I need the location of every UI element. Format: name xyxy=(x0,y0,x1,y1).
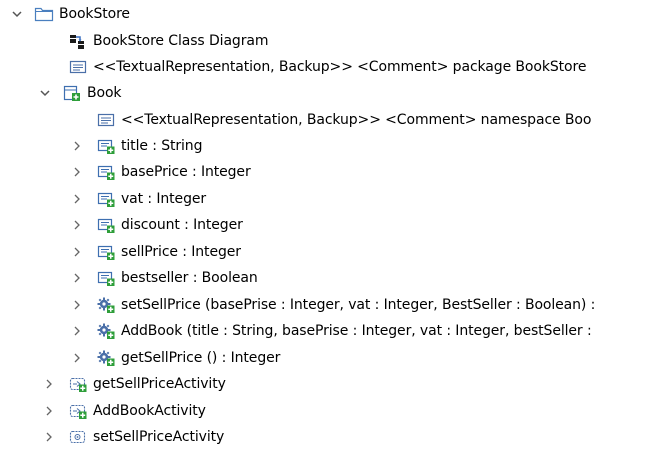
tree-item-label: <<TextualRepresentation, Backup>> <Comme… xyxy=(121,112,592,128)
tree-item-label: getSellPriceActivity xyxy=(93,376,226,392)
activity-icon xyxy=(68,427,88,447)
tree-item-comment-package[interactable]: <<TextualRepresentation, Backup>> <Comme… xyxy=(0,54,662,80)
tree-item-book[interactable]: Book xyxy=(0,80,662,106)
tree-item-operation-addbook[interactable]: AddBook (title : String, basePrise : Int… xyxy=(0,318,662,344)
property-icon xyxy=(96,189,116,209)
operation-icon xyxy=(96,321,116,341)
tree-item-property-vat[interactable]: vat : Integer xyxy=(0,186,662,212)
tree-item-label: bestseller : Boolean xyxy=(121,270,258,286)
tree-item-property-title[interactable]: title : String xyxy=(0,133,662,159)
tree-item-activity-getsellprice[interactable]: getSellPriceActivity xyxy=(0,371,662,397)
model-explorer-tree: BookStore BookStore Class Diagram <<Text… xyxy=(0,0,662,454)
activity-icon xyxy=(68,374,88,394)
chevron-right-icon[interactable] xyxy=(70,212,84,238)
tree-item-property-baseprice[interactable]: basePrice : Integer xyxy=(0,159,662,185)
tree-item-class-diagram[interactable]: BookStore Class Diagram xyxy=(0,28,662,54)
property-icon xyxy=(96,215,116,235)
tree-item-activity-setsellprice[interactable]: setSellPriceActivity xyxy=(0,424,662,450)
operation-icon xyxy=(96,295,116,315)
tree-item-label: setSellPriceActivity xyxy=(93,429,225,445)
tree-item-property-discount[interactable]: discount : Integer xyxy=(0,212,662,238)
tree-item-label: getSellPrice () : Integer xyxy=(121,350,281,366)
tree-item-operation-setsellprice[interactable]: setSellPrice (basePrise : Integer, vat :… xyxy=(0,292,662,318)
chevron-down-icon[interactable] xyxy=(10,1,24,27)
chevron-right-icon[interactable] xyxy=(70,159,84,185)
chevron-right-icon[interactable] xyxy=(42,371,56,397)
tree-item-comment-namespace[interactable]: <<TextualRepresentation, Backup>> <Comme… xyxy=(0,107,662,133)
chevron-right-icon[interactable] xyxy=(70,345,84,371)
property-icon xyxy=(96,136,116,156)
tree-item-operation-getsellprice[interactable]: getSellPrice () : Integer xyxy=(0,345,662,371)
tree-item-bookstore[interactable]: BookStore xyxy=(0,1,662,27)
chevron-right-icon[interactable] xyxy=(70,318,84,344)
property-icon xyxy=(96,268,116,288)
chevron-right-icon[interactable] xyxy=(70,186,84,212)
tree-item-label: discount : Integer xyxy=(121,217,243,233)
tree-item-label: title : String xyxy=(121,138,203,154)
tree-item-property-bestseller[interactable]: bestseller : Boolean xyxy=(0,265,662,291)
tree-item-label: basePrice : Integer xyxy=(121,164,251,180)
tree-item-label: sellPrice : Integer xyxy=(121,244,241,260)
chevron-right-icon[interactable] xyxy=(70,292,84,318)
tree-item-activity-addbook[interactable]: AddBookActivity xyxy=(0,398,662,424)
tree-item-label: vat : Integer xyxy=(121,191,207,207)
tree-item-label: AddBook (title : String, basePrise : Int… xyxy=(121,323,592,339)
activity-icon xyxy=(68,401,88,421)
chevron-right-icon[interactable] xyxy=(42,398,56,424)
chevron-right-icon[interactable] xyxy=(70,265,84,291)
chevron-down-icon[interactable] xyxy=(38,80,52,106)
tree-item-label: <<TextualRepresentation, Backup>> <Comme… xyxy=(93,59,587,75)
comment-icon xyxy=(68,57,88,77)
tree-item-label: Book xyxy=(87,85,122,101)
tree-item-label: AddBookActivity xyxy=(93,403,206,419)
chevron-right-icon[interactable] xyxy=(70,133,84,159)
chevron-right-icon[interactable] xyxy=(70,239,84,265)
tree-item-label: setSellPrice (basePrise : Integer, vat :… xyxy=(121,297,596,313)
tree-item-property-sellprice[interactable]: sellPrice : Integer xyxy=(0,239,662,265)
comment-icon xyxy=(96,110,116,130)
class-diagram-icon xyxy=(68,31,88,51)
class-icon xyxy=(62,83,82,103)
tree-item-label: BookStore Class Diagram xyxy=(93,33,269,49)
operation-icon xyxy=(96,348,116,368)
property-icon xyxy=(96,242,116,262)
package-icon xyxy=(34,4,54,24)
property-icon xyxy=(96,162,116,182)
tree-item-label: BookStore xyxy=(59,6,130,22)
chevron-right-icon[interactable] xyxy=(42,424,56,450)
